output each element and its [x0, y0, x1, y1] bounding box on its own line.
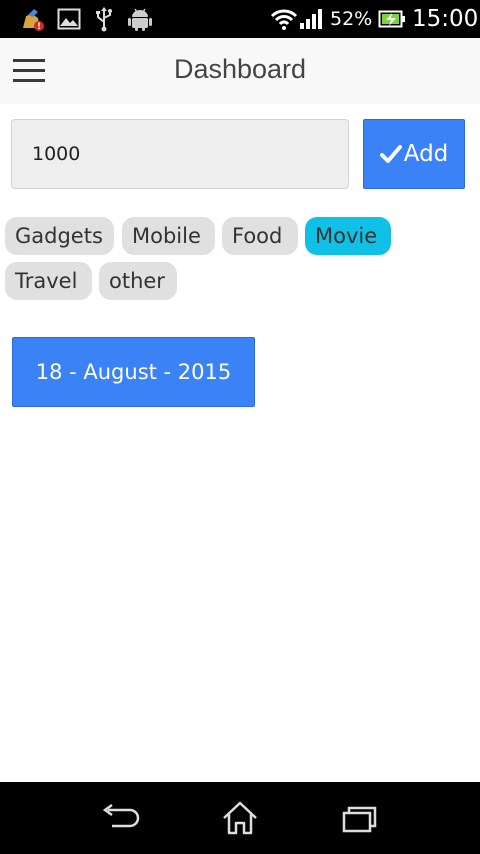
- usb-icon: [96, 7, 112, 32]
- add-button-label: Add: [403, 141, 449, 167]
- back-icon[interactable]: [100, 800, 140, 836]
- page-title: Dashboard: [173, 54, 307, 84]
- clock: 15:00: [412, 6, 479, 32]
- android-icon: [128, 8, 152, 31]
- home-icon[interactable]: [220, 800, 260, 836]
- category-chip-food[interactable]: Food: [222, 217, 298, 255]
- category-chip-other[interactable]: other: [99, 262, 177, 300]
- recent-apps-icon[interactable]: [340, 800, 380, 836]
- signal-icon: [300, 9, 322, 29]
- system-nav-bar: [0, 782, 480, 854]
- category-chip-travel[interactable]: Travel: [5, 262, 92, 300]
- check-icon: [379, 145, 402, 163]
- battery-percent: 52%: [330, 8, 373, 30]
- image-icon: [57, 8, 81, 30]
- category-chip-mobile[interactable]: Mobile: [122, 217, 215, 255]
- category-chip-movie[interactable]: Movie: [305, 217, 391, 255]
- wifi-icon: [270, 9, 298, 30]
- category-chip-gadgets[interactable]: Gadgets: [5, 217, 114, 255]
- status-bar: 52% 15:00: [0, 0, 480, 38]
- app-toolbar: Dashboard: [0, 38, 480, 104]
- amount-input[interactable]: [11, 119, 349, 189]
- app-notification-icon: [23, 9, 44, 31]
- add-button[interactable]: Add: [363, 119, 465, 189]
- date-picker-button[interactable]: 18 - August - 2015: [12, 337, 255, 407]
- battery-charging-icon: [378, 10, 405, 28]
